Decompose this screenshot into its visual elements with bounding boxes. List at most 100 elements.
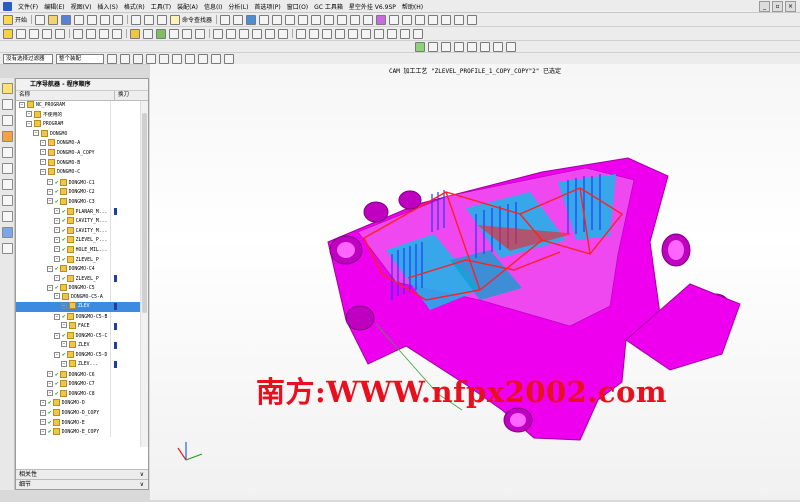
snap-view-icon[interactable] — [220, 14, 231, 25]
transform-icon[interactable] — [322, 28, 332, 39]
history-icon[interactable] — [2, 179, 13, 190]
tree-row[interactable]: − DONGMO-A — [16, 139, 140, 149]
tree-row[interactable]: − ✔ DONGMO-C2 — [16, 187, 140, 197]
web-browser-icon[interactable] — [2, 163, 13, 174]
command-finder-button[interactable]: 命令查找器 — [182, 15, 212, 24]
blank-icon[interactable] — [441, 41, 451, 52]
tree-row[interactable]: − ✔ DONGMO-C5 — [16, 283, 140, 293]
menu-view[interactable]: 视图(V) — [71, 2, 92, 11]
cut-icon[interactable] — [74, 14, 85, 25]
tree-row[interactable]: − ZLEV... — [16, 360, 140, 370]
expand-toggle-icon[interactable]: − — [54, 227, 60, 234]
tree-row[interactable]: − ✔ DONGMO-E — [16, 418, 140, 428]
menu-tools[interactable]: 工具(T) — [151, 2, 171, 11]
roles-icon[interactable] — [2, 211, 13, 222]
repeat-command-icon[interactable] — [157, 14, 168, 25]
expand-toggle-icon[interactable]: − — [61, 341, 67, 348]
analysis-icon[interactable] — [441, 14, 452, 25]
expand-toggle-icon[interactable]: − — [47, 284, 53, 291]
tree-row[interactable]: − DONGMO — [16, 129, 140, 140]
tree-row[interactable]: − ✔ DONGMO-C5-C — [16, 331, 140, 341]
create-geometry-icon[interactable] — [29, 28, 39, 39]
wcs-icon[interactable] — [285, 14, 296, 25]
expand-toggle-icon[interactable]: − — [40, 149, 46, 156]
point-snap-icon[interactable] — [146, 53, 156, 64]
intersection-icon[interactable] — [211, 53, 221, 64]
cut-object-icon[interactable] — [226, 28, 236, 39]
assembly-navigator-icon[interactable] — [2, 115, 13, 126]
edit-object-icon[interactable] — [213, 28, 223, 39]
tree-row[interactable]: − ✔ ZLEVEL_P — [16, 255, 140, 265]
workpiece-icon[interactable] — [428, 41, 438, 52]
select-all-icon[interactable] — [107, 53, 117, 64]
expand-toggle-icon[interactable]: − — [61, 302, 67, 309]
tree-row[interactable]: − ✔ DONGMO-C8 — [16, 389, 140, 399]
tree-row[interactable]: − ✔ ZLEVEL_P... — [16, 235, 140, 245]
simulate-icon[interactable] — [169, 28, 179, 39]
expand-toggle-icon[interactable]: − — [54, 208, 60, 215]
menu-file[interactable]: 文件(F) — [18, 2, 38, 11]
shaded-icon[interactable] — [376, 14, 387, 25]
undo-icon[interactable] — [131, 14, 142, 25]
curve-rule-icon[interactable] — [133, 53, 143, 64]
expand-toggle-icon[interactable]: − — [54, 256, 60, 262]
machine-tool-view-icon[interactable] — [86, 28, 96, 39]
command-finder-icon[interactable] — [170, 14, 181, 25]
menu-analysis[interactable]: 分析(L) — [228, 2, 248, 11]
expand-toggle-icon[interactable]: − — [40, 168, 46, 175]
tree-row[interactable]: − ✔ DONGMO-C5-D — [16, 350, 140, 360]
general-selection-icon[interactable] — [120, 53, 130, 64]
tree-row[interactable]: − ZLEV — [16, 302, 140, 313]
clear-path-icon[interactable] — [413, 28, 423, 39]
approve-icon[interactable] — [415, 41, 425, 52]
expand-toggle-icon[interactable]: − — [54, 275, 60, 282]
display-2d-icon[interactable] — [309, 28, 319, 39]
menu-window[interactable]: 窗口(O) — [287, 2, 308, 11]
tree-row[interactable]: − ✔ DONGMO-E_COPY — [16, 427, 140, 437]
reuse-library-icon[interactable] — [2, 147, 13, 158]
column-header-tool-change[interactable]: 换刀 — [115, 91, 129, 100]
expand-toggle-icon[interactable]: − — [26, 120, 32, 127]
tree-row[interactable]: − DONGMO-C5-A — [16, 292, 140, 303]
verify-toolpath-icon[interactable] — [156, 28, 166, 39]
dependencies-panel-header[interactable]: 相关性 ∨ — [16, 469, 148, 479]
graphics-viewport[interactable] — [150, 64, 800, 500]
expand-toggle-icon[interactable]: − — [54, 332, 60, 339]
mcs-icon[interactable] — [467, 41, 477, 52]
selection-filter-dropdown[interactable]: 没有选择过滤器 — [3, 53, 53, 64]
expand-toggle-icon[interactable]: − — [26, 111, 32, 118]
center-icon[interactable] — [185, 53, 195, 64]
minimize-icon[interactable]: _ — [759, 1, 770, 12]
shop-doc-icon[interactable] — [195, 28, 205, 39]
menu-insert[interactable]: 插入(S) — [97, 2, 118, 11]
operation-navigator-icon[interactable] — [2, 83, 13, 94]
tree-row[interactable]: − ✔ CAVITY_M... — [16, 226, 140, 236]
expand-toggle-icon[interactable]: − — [54, 217, 60, 224]
start-menu-button[interactable]: 开始 — [15, 15, 27, 24]
midpoint-icon[interactable] — [172, 53, 182, 64]
tangent-icon[interactable] — [224, 53, 234, 64]
expand-toggle-icon[interactable]: − — [54, 351, 60, 358]
expand-toggle-icon[interactable]: − — [40, 428, 46, 435]
paste-object-icon[interactable] — [252, 28, 262, 39]
tree-row[interactable]: − ✔ DONGMO-C3 — [16, 197, 140, 207]
zoom-icon[interactable] — [324, 14, 335, 25]
close-cam-icon[interactable] — [506, 41, 516, 52]
selection-scope-dropdown[interactable]: 整个装配 — [56, 53, 104, 64]
tree-row[interactable]: − ✔ DONGMO-C7 — [16, 379, 140, 389]
gouge-check-icon[interactable] — [374, 28, 384, 39]
new-file-icon[interactable] — [35, 14, 46, 25]
create-method-icon[interactable] — [42, 28, 52, 39]
feed-rate-icon[interactable] — [335, 28, 345, 39]
tree-row[interactable]: − ✔ DONGMO-C6 — [16, 370, 140, 380]
window-icon[interactable] — [467, 14, 478, 25]
expand-toggle-icon[interactable]: − — [47, 188, 53, 195]
replay-toolpath-icon[interactable] — [143, 28, 153, 39]
generate-toolpath-icon[interactable] — [130, 28, 140, 39]
expand-toggle-icon[interactable]: − — [54, 236, 60, 243]
work-layer-icon[interactable] — [298, 14, 309, 25]
expand-toggle-icon[interactable]: − — [54, 246, 60, 253]
tree-row[interactable]: − DONGMO-C — [16, 168, 140, 178]
method-view-icon[interactable] — [112, 28, 122, 39]
expand-toggle-icon[interactable]: − — [40, 399, 46, 406]
